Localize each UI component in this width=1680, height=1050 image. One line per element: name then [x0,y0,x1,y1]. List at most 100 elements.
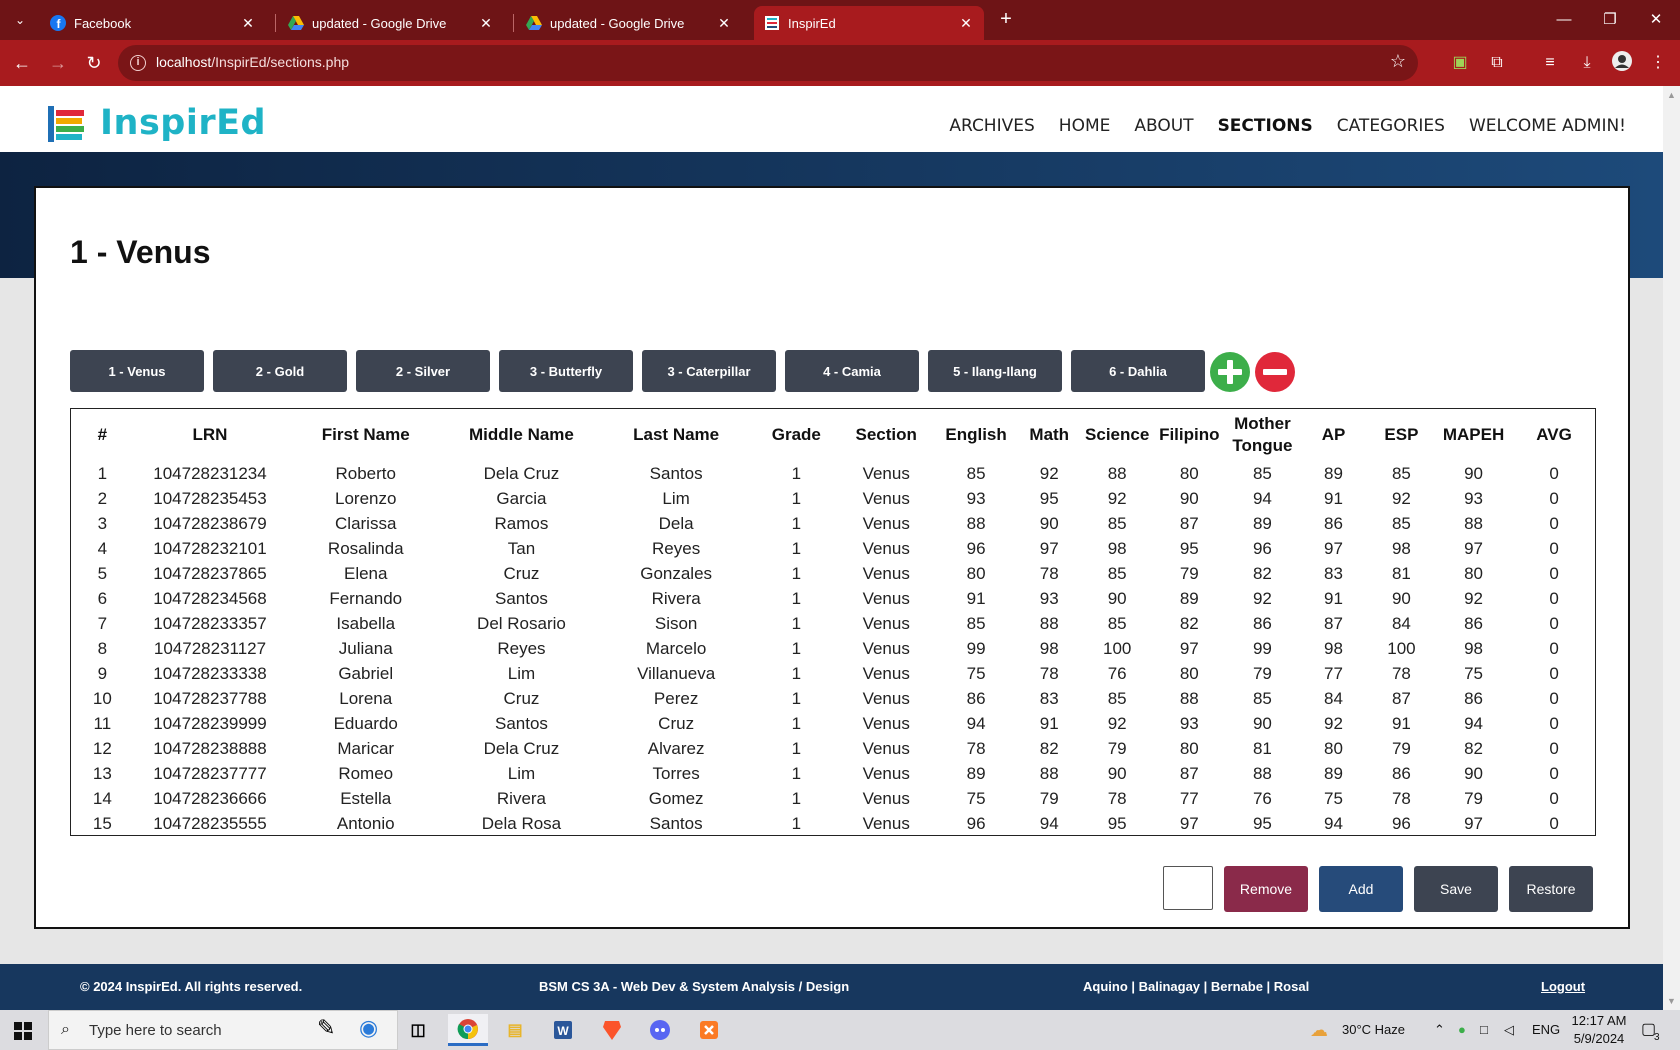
bookmark-star-icon[interactable]: ☆ [1390,51,1406,72]
table-row[interactable]: 5 104728237865 Elena Cruz Gonzales 1 Venus 80 78… [71,561,1597,586]
restore-window-icon[interactable]: ❐ [1588,0,1632,40]
task-view-icon[interactable]: ◫ [398,1014,438,1046]
table-cell: Venus [862,788,910,808]
profile-avatar-icon[interactable] [1610,51,1634,75]
close-tab-icon[interactable]: ✕ [956,15,976,32]
table-row[interactable]: 15 104728235555 Antonio Dela Rosa Santos 1 Ven… [71,811,1597,836]
forward-arrow-icon[interactable]: → [46,51,70,75]
tab-search-button[interactable]: ⌄ [6,8,34,32]
table-cell: 104728236666 [153,788,267,808]
close-window-icon[interactable]: ✕ [1634,0,1678,40]
close-tab-icon[interactable]: ✕ [238,15,258,32]
file-explorer-icon[interactable]: ▤ [495,1014,535,1046]
table-row[interactable]: 2 104728235453 Lorenzo Garcia Lim 1 Venus 93 95 9… [71,486,1597,511]
table-row[interactable]: 9 104728233338 Gabriel Lim Villanueva 1 Venus 7… [71,661,1597,686]
table-row[interactable]: 1 104728231234 Roberto Dela Cruz Santos 1 Venu… [71,461,1597,486]
remove-section-button[interactable] [1255,352,1295,392]
section-button-butterfly[interactable]: 3 - Butterfly [499,350,633,392]
nav-categories[interactable]: CATEGORIES [1337,116,1445,136]
weather-text[interactable]: 30°C Haze [1342,1010,1405,1050]
add-section-button[interactable] [1210,352,1250,392]
weather-icon[interactable]: ☁ [1310,1010,1328,1050]
section-button-caterpillar[interactable]: 3 - Caterpillar [642,350,776,392]
close-tab-icon[interactable]: ✕ [476,15,496,32]
discord-icon[interactable] [640,1014,680,1046]
table-cell: 80 [1464,563,1483,583]
table-cell: 90 [1464,463,1483,483]
table-row[interactable]: 12 104728238888 Maricar Dela Cruz Alvarez 1 Ve… [71,736,1597,761]
nav-home[interactable]: HOME [1059,116,1111,136]
extensions-puzzle-icon[interactable]: ⧉ [1485,51,1509,75]
browser-tab-google-drive[interactable]: updated - Google Drive ✕ [516,6,742,40]
save-button[interactable]: Save [1414,866,1498,912]
table-row[interactable]: 6 104728234568 Fernando Santos Rivera 1 Venus 9… [71,586,1597,611]
table-cell: 104728232101 [153,538,267,558]
student-number-input[interactable] [1163,866,1213,910]
table-cell: 75 [1464,663,1483,683]
taskbar-search-box[interactable]: ⌕ Type here to search ✎ ◉ [48,1010,398,1050]
media-controls-icon[interactable]: ≡ [1538,51,1562,75]
logout-link[interactable]: Logout [1541,979,1585,994]
nav-archives[interactable]: ARCHIVES [949,116,1034,136]
address-bar[interactable]: i localhost/InspirEd/sections.php ☆ [118,45,1418,81]
plus-icon [1227,360,1233,384]
remove-student-button[interactable]: Remove [1224,866,1308,912]
table-row[interactable]: 13 104728237777 Romeo Lim Torres 1 Venus 89 88 90… [71,761,1597,786]
extension-icon[interactable]: ▣ [1448,51,1472,75]
tray-app-icon[interactable]: ● [1458,1010,1466,1050]
downloads-icon[interactable]: ⤓ [1575,51,1599,75]
table-row[interactable]: 14 104728236666 Estella Rivera Gomez 1 Venus 75… [71,786,1597,811]
table-cell: Cruz [503,688,540,708]
restore-button[interactable]: Restore [1509,866,1593,912]
browser-tab-facebook[interactable]: f Facebook ✕ [40,6,266,40]
word-icon[interactable]: W [543,1014,583,1046]
reload-icon[interactable]: ↻ [82,51,106,75]
table-row[interactable]: 3 104728238679 Clarissa Ramos Dela 1 Venus 88 90… [71,511,1597,536]
table-cell: 91 [966,588,986,608]
table-cell: 78 [1039,663,1059,683]
browser-tab-inspired[interactable]: InspirEd ✕ [754,6,984,40]
scroll-up-icon[interactable]: ▲ [1667,90,1676,100]
table-row[interactable]: 7 104728233357 Isabella Del Rosario Sison 1 Ve… [71,611,1597,636]
add-student-button[interactable]: Add [1319,866,1403,912]
table-cell: Rivera [651,588,701,608]
section-button-venus[interactable]: 1 - Venus [70,350,204,392]
section-button-dahlia[interactable]: 6 - Dahlia [1071,350,1205,392]
books-logo-icon[interactable] [46,106,86,142]
table-row[interactable]: 4 104728232101 Rosalinda Tan Reyes 1 Venus 96 97… [71,536,1597,561]
browser-menu-icon[interactable]: ⋮ [1646,51,1670,75]
table-cell: 82 [1179,613,1199,633]
brave-icon[interactable] [592,1014,632,1046]
xampp-icon[interactable] [689,1014,729,1046]
network-icon[interactable]: □ [1480,1010,1488,1050]
table-row[interactable]: 10 104728237788 Lorena Cruz Perez 1 Venus 86 83 8… [71,686,1597,711]
table-row[interactable]: 8 104728231127 Juliana Reyes Marcelo 1 Venus 99… [71,636,1597,661]
close-tab-icon[interactable]: ✕ [714,15,734,32]
minimize-window-icon[interactable]: — [1542,0,1586,40]
nav-sections[interactable]: SECTIONS [1218,116,1313,136]
table-cell: 92 [1252,588,1272,608]
section-button-silver[interactable]: 2 - Silver [356,350,490,392]
table-row[interactable]: 11 104728239999 Eduardo Santos Cruz 1 Venus 94 9… [71,711,1597,736]
section-button-camia[interactable]: 4 - Camia [785,350,919,392]
language-indicator[interactable]: ENG [1532,1010,1560,1050]
tray-overflow-chevron-icon[interactable]: ⌃ [1434,1010,1445,1050]
browser-tab-google-drive[interactable]: updated - Google Drive ✕ [278,6,504,40]
nav-about[interactable]: ABOUT [1134,116,1193,136]
section-button-ilang-ilang[interactable]: 5 - Ilang-Ilang [928,350,1062,392]
section-button-gold[interactable]: 2 - Gold [213,350,347,392]
table-cell: 79 [1039,788,1059,808]
back-arrow-icon[interactable]: ← [10,51,34,75]
table-cell: 9 [97,663,108,683]
scroll-down-icon[interactable]: ▼ [1667,996,1676,1006]
new-tab-button[interactable]: + [994,8,1018,32]
nav-welcome-admin[interactable]: WELCOME ADMIN! [1469,116,1626,136]
windows-start-icon[interactable] [14,1022,32,1040]
chrome-taskbar-icon[interactable] [448,1014,488,1046]
table-cell: 85 [1107,613,1127,633]
taskbar-clock[interactable]: 12:17 AM 5/9/2024 [1570,1010,1628,1050]
site-info-icon[interactable]: i [130,55,146,71]
page-scrollbar[interactable]: ▲ ▼ [1663,86,1680,1010]
volume-icon[interactable]: ◁ [1504,1010,1514,1050]
site-logo-text[interactable]: InspirEd [100,103,266,143]
